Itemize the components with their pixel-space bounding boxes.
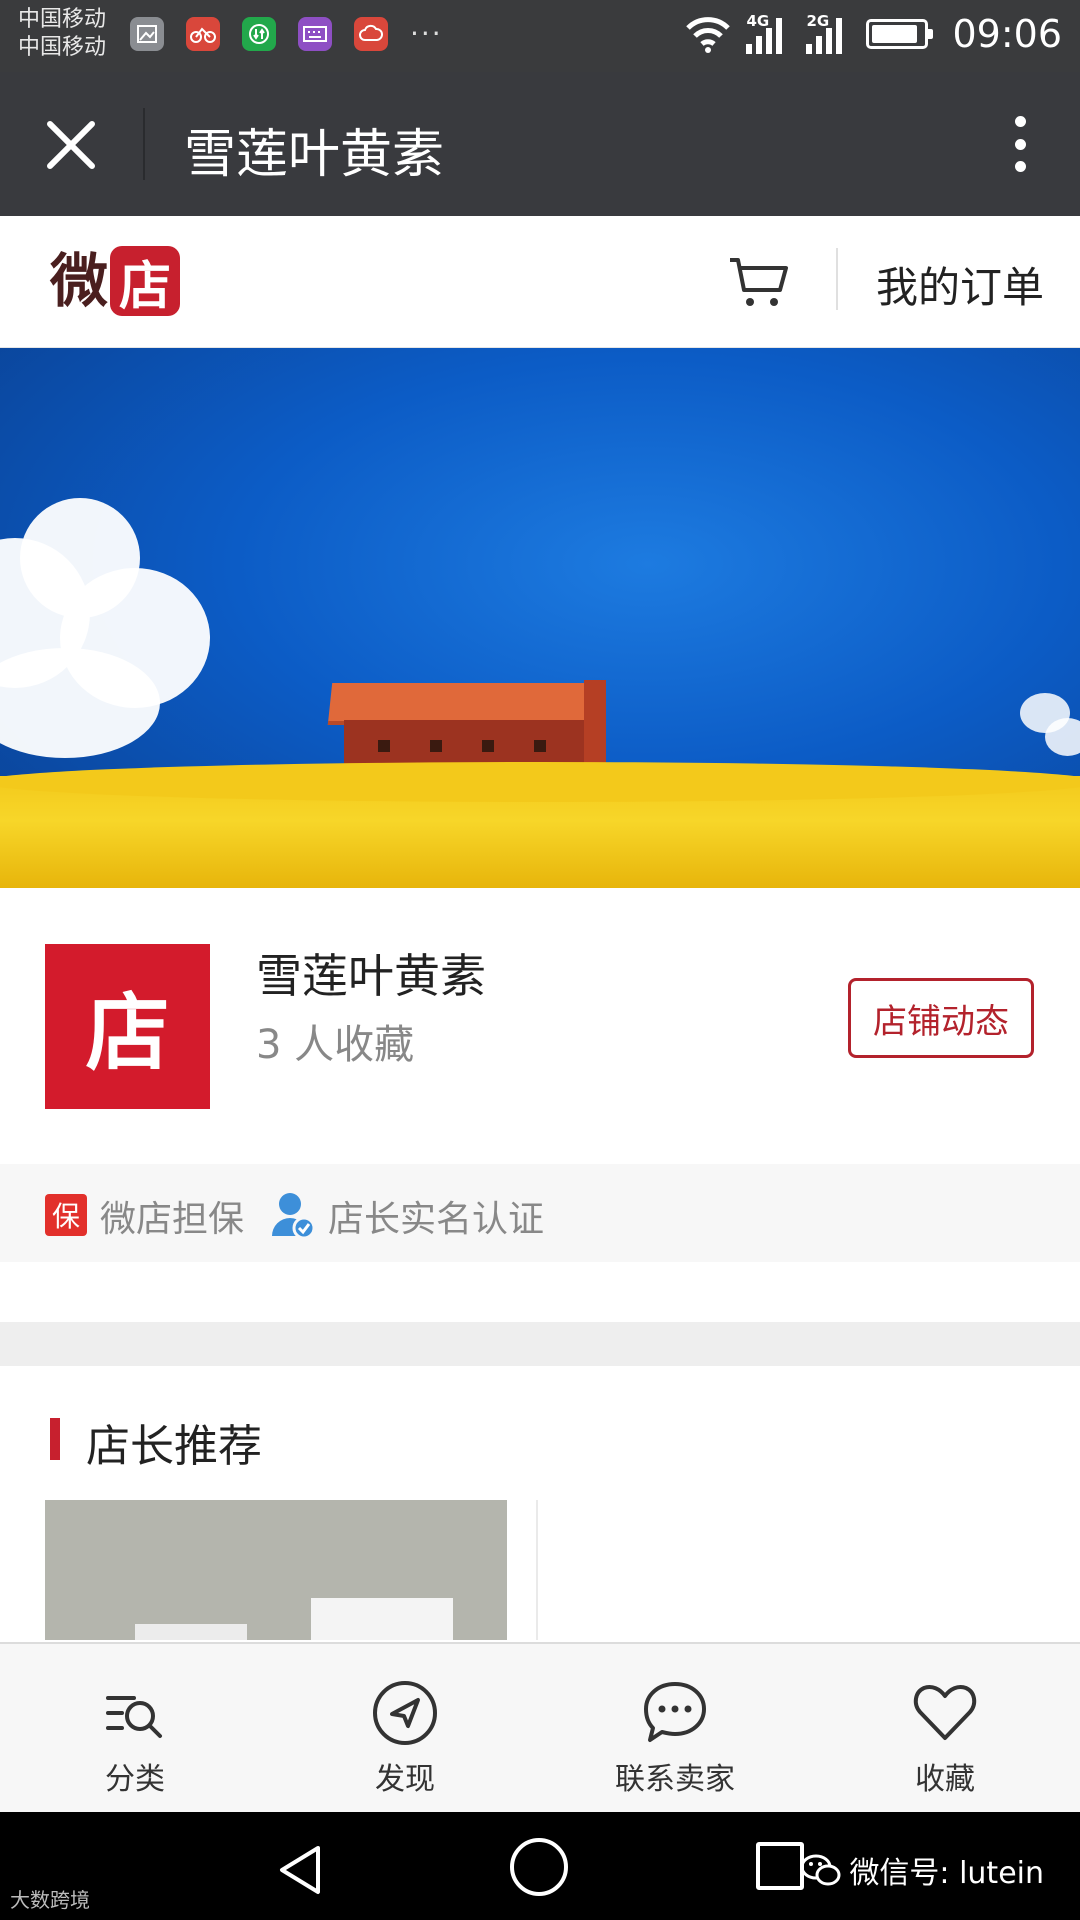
weidian-logo[interactable]: 微 店 [50,246,181,317]
nav-favorites[interactable]: 收藏 [810,1644,1080,1814]
watermark-left: 大数跨境 [10,1888,90,1912]
title-divider [143,108,145,180]
notification-icons: ··· [130,17,443,51]
back-icon[interactable] [272,1842,328,1898]
header-divider [836,248,838,310]
weidian-guarantee-label: 微店担保 [100,1199,245,1240]
network-label-1: 4G [746,12,770,30]
bike-icon [186,17,220,51]
keyboard-icon [298,17,332,51]
logo-text-wei: 微 [50,247,109,315]
recommend-title: 店长推荐 [86,1421,262,1472]
rapeseed-field [0,762,1080,888]
more-notifications: ··· [410,17,443,50]
carrier-labels: 中国移动 中国移动 [18,6,106,62]
shop-banner-image[interactable] [0,348,1080,888]
status-time: 09:06 [952,12,1062,56]
product-box [311,1598,453,1640]
nav-label-category: 分类 [105,1762,165,1797]
carrier-1: 中国移动 [18,7,107,32]
bottom-nav: 分类 发现 联系卖家 收藏 [0,1642,1080,1812]
home-icon[interactable] [510,1838,568,1896]
download-icon [242,17,276,51]
section-separator [0,1322,1080,1366]
my-orders-link[interactable]: 我的订单 [876,254,1044,315]
cart-icon [730,258,788,306]
network-label-2: 2G [806,12,830,30]
battery-icon [866,19,934,49]
cloud-icon [354,17,388,51]
shop-avatar[interactable]: 店 [45,944,210,1109]
shop-news-button[interactable]: 店铺动态 [848,978,1034,1058]
close-button[interactable] [36,110,106,180]
watermark-text: 微信号: lutein [849,1856,1044,1891]
shop-info: 店 雪莲叶黄素 3 人收藏 店铺动态 [0,888,1080,1164]
nav-contact-seller[interactable]: 联系卖家 [540,1644,810,1814]
nav-discover[interactable]: 发现 [270,1644,540,1814]
favorites-count: 3 人收藏 [256,1022,415,1068]
gallery-icon [130,17,164,51]
product-divider [536,1500,538,1640]
section-accent-bar [50,1418,60,1460]
nav-label-favorites: 收藏 [915,1762,975,1797]
nav-label-contact: 联系卖家 [615,1762,735,1797]
recent-apps-icon[interactable] [756,1842,804,1890]
cart-button[interactable] [726,248,792,314]
battery-fill [872,25,917,43]
nav-category[interactable]: 分类 [0,1644,270,1814]
system-indicators: 4G 2G 09:06 [684,12,1062,56]
product-image[interactable] [45,1500,507,1640]
owner-verified-label: 店长实名认证 [328,1199,545,1240]
heart-icon [913,1685,977,1740]
title-bar: 雪莲叶黄素 [0,72,1080,216]
guarantee-badge-icon: 保 [45,1194,87,1236]
signal-4g-icon: 4G [746,12,783,54]
house-roof [327,683,603,725]
status-bar: 中国移动 中国移动 ··· 4G 2G 09:06 [0,0,1080,72]
category-search-icon [106,1696,162,1738]
shop-header: 微 店 我的订单 [0,216,1080,348]
verified-user-icon [272,1193,316,1240]
watermark-right: 微信号: lutein [801,1848,1044,1892]
close-icon [47,121,95,169]
shop-name: 雪莲叶黄素 [256,949,486,1003]
more-options-button[interactable] [990,108,1050,180]
guarantee-strip[interactable]: 保 微店担保 店长实名认证 [0,1164,1080,1262]
compass-icon [373,1681,437,1745]
more-vertical-icon [1014,116,1026,127]
wechat-icon [801,1854,841,1886]
nav-label-discover: 发现 [375,1762,435,1797]
logo-text-dian: 店 [110,246,181,317]
chat-icon [644,1682,706,1742]
wifi-icon [686,17,731,53]
page-title: 雪莲叶黄素 [184,125,445,185]
carrier-2: 中国移动 [18,35,107,60]
system-nav-bar: 大数跨境 微信号: lutein [0,1812,1080,1920]
signal-2g-icon: 2G [806,12,843,54]
